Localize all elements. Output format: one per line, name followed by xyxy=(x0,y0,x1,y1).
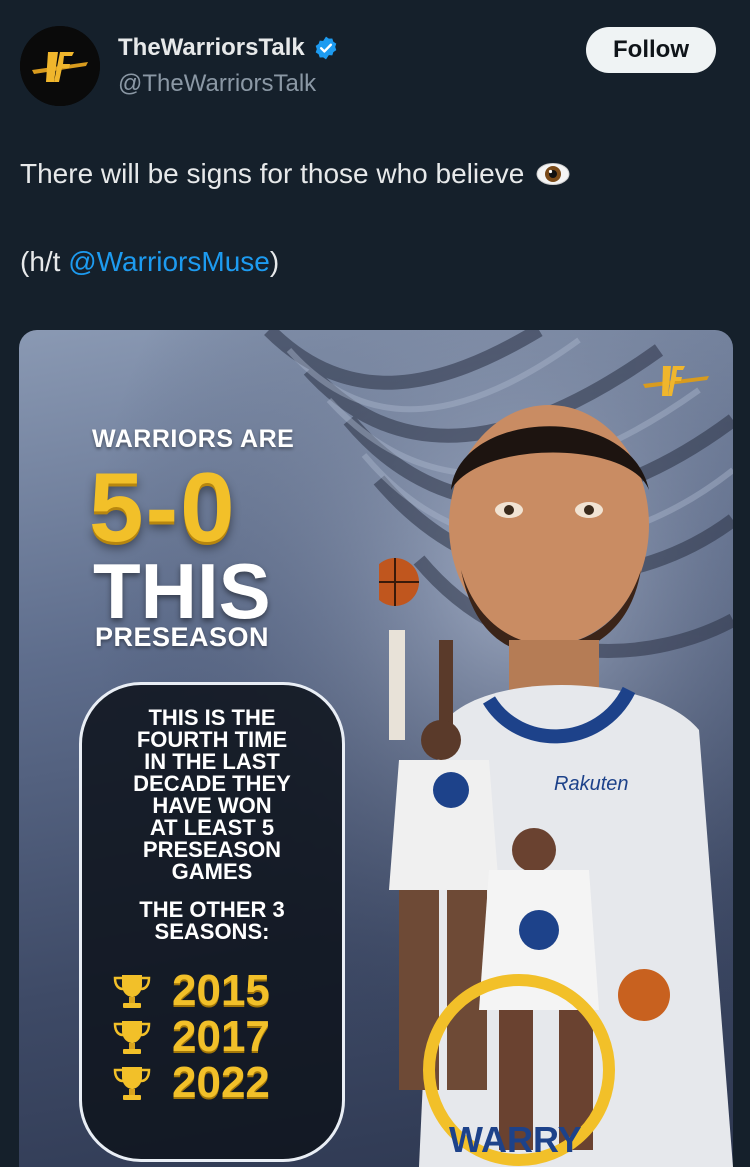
tweet-header: TheWarriorsTalk @TheWarriorsTalk Follow xyxy=(0,0,750,120)
warriors-talk-logo-icon xyxy=(20,26,100,106)
year-value: 2022 xyxy=(172,1058,270,1107)
year-row: 2022 xyxy=(112,1060,332,1106)
stats-box-subtitle: THE OTHER 3 SEASONS: xyxy=(82,899,342,943)
stats-box: THIS IS THE FOURTH TIME IN THE LAST DECA… xyxy=(79,682,345,1162)
headline-this: THIS xyxy=(93,547,271,635)
mention-link[interactable]: @WarriorsMuse xyxy=(68,246,270,277)
trophy-icon xyxy=(113,1021,151,1054)
headline-score: 5-0 xyxy=(89,452,237,562)
box-line: HAVE WON xyxy=(152,793,272,818)
display-name[interactable]: TheWarriorsTalk xyxy=(118,34,305,62)
follow-button[interactable]: Follow xyxy=(586,27,716,73)
box-sub-line: THE OTHER 3 xyxy=(139,897,285,922)
court-logo-text: WARRY xyxy=(449,1119,582,1160)
box-sub-line: SEASONS: xyxy=(154,919,270,944)
avatar[interactable] xyxy=(20,26,100,106)
handle[interactable]: @TheWarriorsTalk xyxy=(118,70,316,98)
box-line: FOURTH TIME xyxy=(136,727,288,752)
player-artwork: Rakuten WARRY xyxy=(379,405,733,1167)
box-line: AT LEAST 5 xyxy=(149,815,275,840)
box-line: PRESEASON xyxy=(142,837,282,862)
tweet-text: There will be signs for those who believ… xyxy=(20,158,525,189)
box-line: THIS IS THE xyxy=(148,705,276,730)
years-list: 2015 2017 2022 xyxy=(112,968,332,1106)
verified-badge-icon xyxy=(315,36,337,60)
hat-tip-prefix: (h/t xyxy=(20,246,69,277)
year-row: 2017 xyxy=(112,1014,332,1060)
year-value: 2017 xyxy=(172,1012,270,1061)
tweet-text-line-1: There will be signs for those who believ… xyxy=(20,158,570,190)
tweet-media-image[interactable]: Rakuten WARRY WARRIORS ARE 5-0 THIS PRES… xyxy=(19,330,733,1167)
hat-tip-suffix: ) xyxy=(269,246,280,277)
box-line: GAMES xyxy=(171,859,253,884)
trophy-icon xyxy=(113,1067,151,1100)
tweet-text-line-2: (h/t @WarriorsMuse) xyxy=(20,246,279,278)
box-line: IN THE LAST xyxy=(144,749,280,774)
name-row: TheWarriorsTalk xyxy=(118,34,339,62)
headline-bottom: PRESEASON xyxy=(95,622,270,652)
eye-icon xyxy=(536,163,570,185)
box-line: DECADE THEY xyxy=(133,771,291,796)
jersey-sponsor: Rakuten xyxy=(554,773,629,795)
year-row: 2015 xyxy=(112,968,332,1014)
year-value: 2015 xyxy=(172,966,270,1015)
headline-top: WARRIORS ARE xyxy=(92,425,295,453)
trophy-icon xyxy=(113,975,151,1008)
stats-box-text: THIS IS THE FOURTH TIME IN THE LAST DECA… xyxy=(82,707,342,883)
